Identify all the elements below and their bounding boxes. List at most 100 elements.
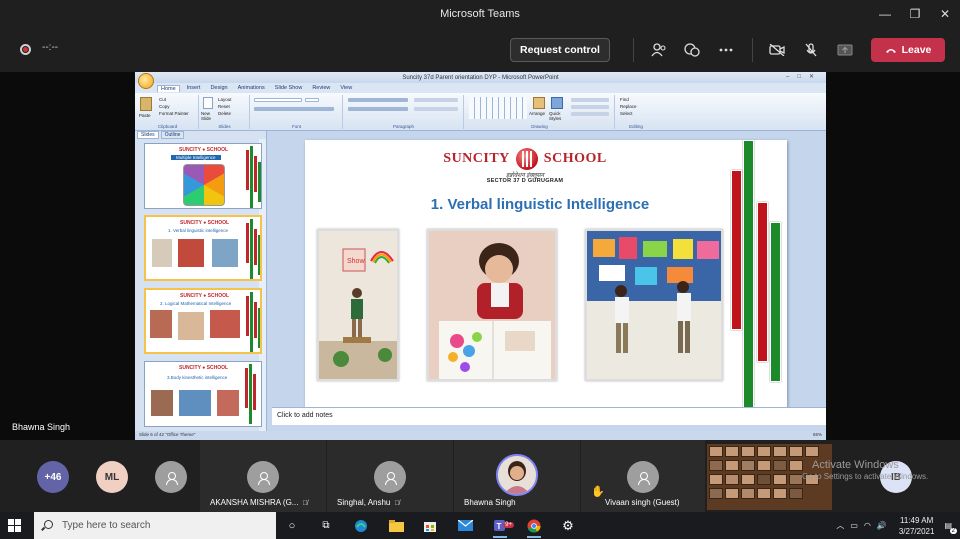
font-format-buttons[interactable] [254,107,334,111]
replace-button[interactable]: Replace [620,104,637,109]
paste-icon[interactable] [140,97,152,111]
avatar[interactable]: ML [96,461,128,493]
font-size-box[interactable] [305,98,319,102]
ppt-tab-insert[interactable]: Insert [184,85,204,91]
participants-icon[interactable] [649,40,669,60]
maximize-button[interactable]: ❐ [900,0,930,28]
slide-thumbnail-selected[interactable]: SUNCITY ● SCHOOL 1. Verbal linguistic in… [144,215,262,281]
volume-icon[interactable]: 🔊 [877,521,887,530]
close-button[interactable]: ✕ [930,0,960,28]
ribbon-group-label: Slides [218,124,231,129]
camera-off-icon[interactable] [767,40,787,60]
participant-tile[interactable]: ✋ Vivaan singh (Guest) [581,440,705,512]
photo-children-at-word-wall [585,229,723,381]
chevron-up-icon[interactable]: ︿ [836,520,844,531]
ppt-tab-home[interactable]: Home [157,84,180,92]
quick-styles-icon[interactable] [551,97,563,109]
select-button[interactable]: Select [620,111,633,116]
file-explorer-icon[interactable] [386,516,406,535]
ppt-tab-design[interactable]: Design [207,85,230,91]
video-thumb [805,446,819,457]
logo-sector: SECTOR 37 D GURUGRAM [486,178,564,184]
task-view-icon[interactable]: ⧉ [316,516,336,535]
shape-outline-button[interactable] [571,105,609,109]
shapes-gallery[interactable] [469,97,527,119]
participant-tile[interactable]: Singhal, Anshu 🎙̸ [327,440,453,512]
slide-thumbnail[interactable]: SUNCITY ● SCHOOL 2. Logical Mathematical… [144,288,262,354]
more-participants-badge[interactable]: +46 [37,461,69,493]
participant-tile-speaking[interactable]: Bhawna Singh [454,440,580,512]
toolbar-divider [633,38,634,62]
reset-button[interactable]: Reset [218,104,230,109]
format-painter-button[interactable]: Format Painter [159,111,189,116]
ribbon-group-editing: Find Replace Select Editing [616,95,656,129]
logo-text-right: SCHOOL [543,151,607,166]
teams-icon[interactable]: T 9+ [490,516,514,538]
svg-text:Show: Show [347,258,365,265]
mic-off-icon[interactable] [801,40,821,60]
chrome-icon[interactable] [524,516,544,538]
new-slide-icon[interactable] [203,97,213,109]
windows-start-icon[interactable] [8,519,21,532]
ribbon-group-label: Clipboard [157,124,178,129]
request-control-button[interactable]: Request control [510,38,610,62]
ppt-tab-review[interactable]: Review [309,85,333,91]
video-thumb [757,474,771,485]
avatar[interactable] [155,461,187,493]
zoom-level[interactable]: 65% [813,432,822,439]
settings-gear-icon[interactable]: ⚙ [558,516,578,535]
video-thumb [709,488,723,499]
participant-tile[interactable]: AKANSHA MISHRA (G... 🎙̸ [200,440,326,512]
minimize-button[interactable]: — [870,0,900,28]
share-icon[interactable] [835,40,855,60]
ppt-tab-view[interactable]: View [337,85,355,91]
shape-effects-button[interactable] [571,112,609,116]
taskbar-search-box[interactable]: Type here to search [34,512,276,539]
decor-bar [250,146,253,208]
delete-button[interactable]: Delete [218,111,231,116]
paragraph-list-buttons[interactable] [348,98,408,102]
battery-icon[interactable]: ▭ [850,521,858,530]
clock-date: 3/27/2021 [898,526,935,536]
font-name-box[interactable] [254,98,302,102]
find-button[interactable]: Find [620,97,629,102]
text-direction-button[interactable] [414,98,458,102]
cortana-icon[interactable]: ○ [282,516,302,535]
slide-thumbnail[interactable]: SUNCITY ● SCHOOL 3.Body kinesthetic inte… [144,361,262,427]
tab-slides[interactable]: Slides [137,131,159,139]
decor-bar [254,302,257,338]
ppt-tab-slide-show[interactable]: Slide Show [272,85,306,91]
tab-outline[interactable]: Outline [160,131,185,139]
slide-thumbnail[interactable]: SUNCITY ● SCHOOL Multiple Intelligence [144,143,262,209]
office-button-icon[interactable] [138,73,154,89]
mail-icon[interactable] [455,516,475,535]
layout-button[interactable]: Layout [218,97,232,102]
copy-button[interactable]: Copy [159,104,170,109]
person-icon [166,472,178,485]
chat-icon[interactable] [682,40,702,60]
edge-icon[interactable] [351,516,371,535]
notification-center-icon[interactable]: ▤ 2 [944,521,957,534]
speaker-notes[interactable]: Click to add notes [272,407,826,425]
more-icon[interactable] [716,40,736,60]
photo-child-reading-book [427,229,557,381]
paragraph-align-buttons[interactable] [348,107,408,111]
video-thumb [709,446,723,457]
store-icon[interactable] [420,516,440,535]
cut-button[interactable]: Cut [159,97,166,102]
ribbon-group-paragraph: Paragraph [344,95,464,129]
window-title: Microsoft Teams [440,8,520,20]
ppt-workspace: Slides Outline SUNCITY ● SCHOOL Multiple… [135,131,826,431]
ribbon-group-drawing: Arrange Quick Styles Drawing [465,95,615,129]
shape-fill-button[interactable] [571,98,609,102]
taskbar-clock[interactable]: 11:49 AM 3/27/2021 [899,515,935,537]
wifi-icon[interactable]: ◠ [864,521,871,530]
slides-panel-tabs: Slides Outline [135,131,266,139]
align-text-button[interactable] [414,107,458,111]
leave-button[interactable]: Leave [871,38,945,62]
arrange-icon[interactable] [533,97,545,109]
ppt-tab-animations[interactable]: Animations [235,85,268,91]
decor-bar [250,219,253,279]
ppt-window-controls[interactable]: –□✕ [786,73,822,80]
current-slide[interactable]: SUNCITY SCHOOL इन्नोवेशन इंक्लूसन SECTOR… [305,140,787,410]
